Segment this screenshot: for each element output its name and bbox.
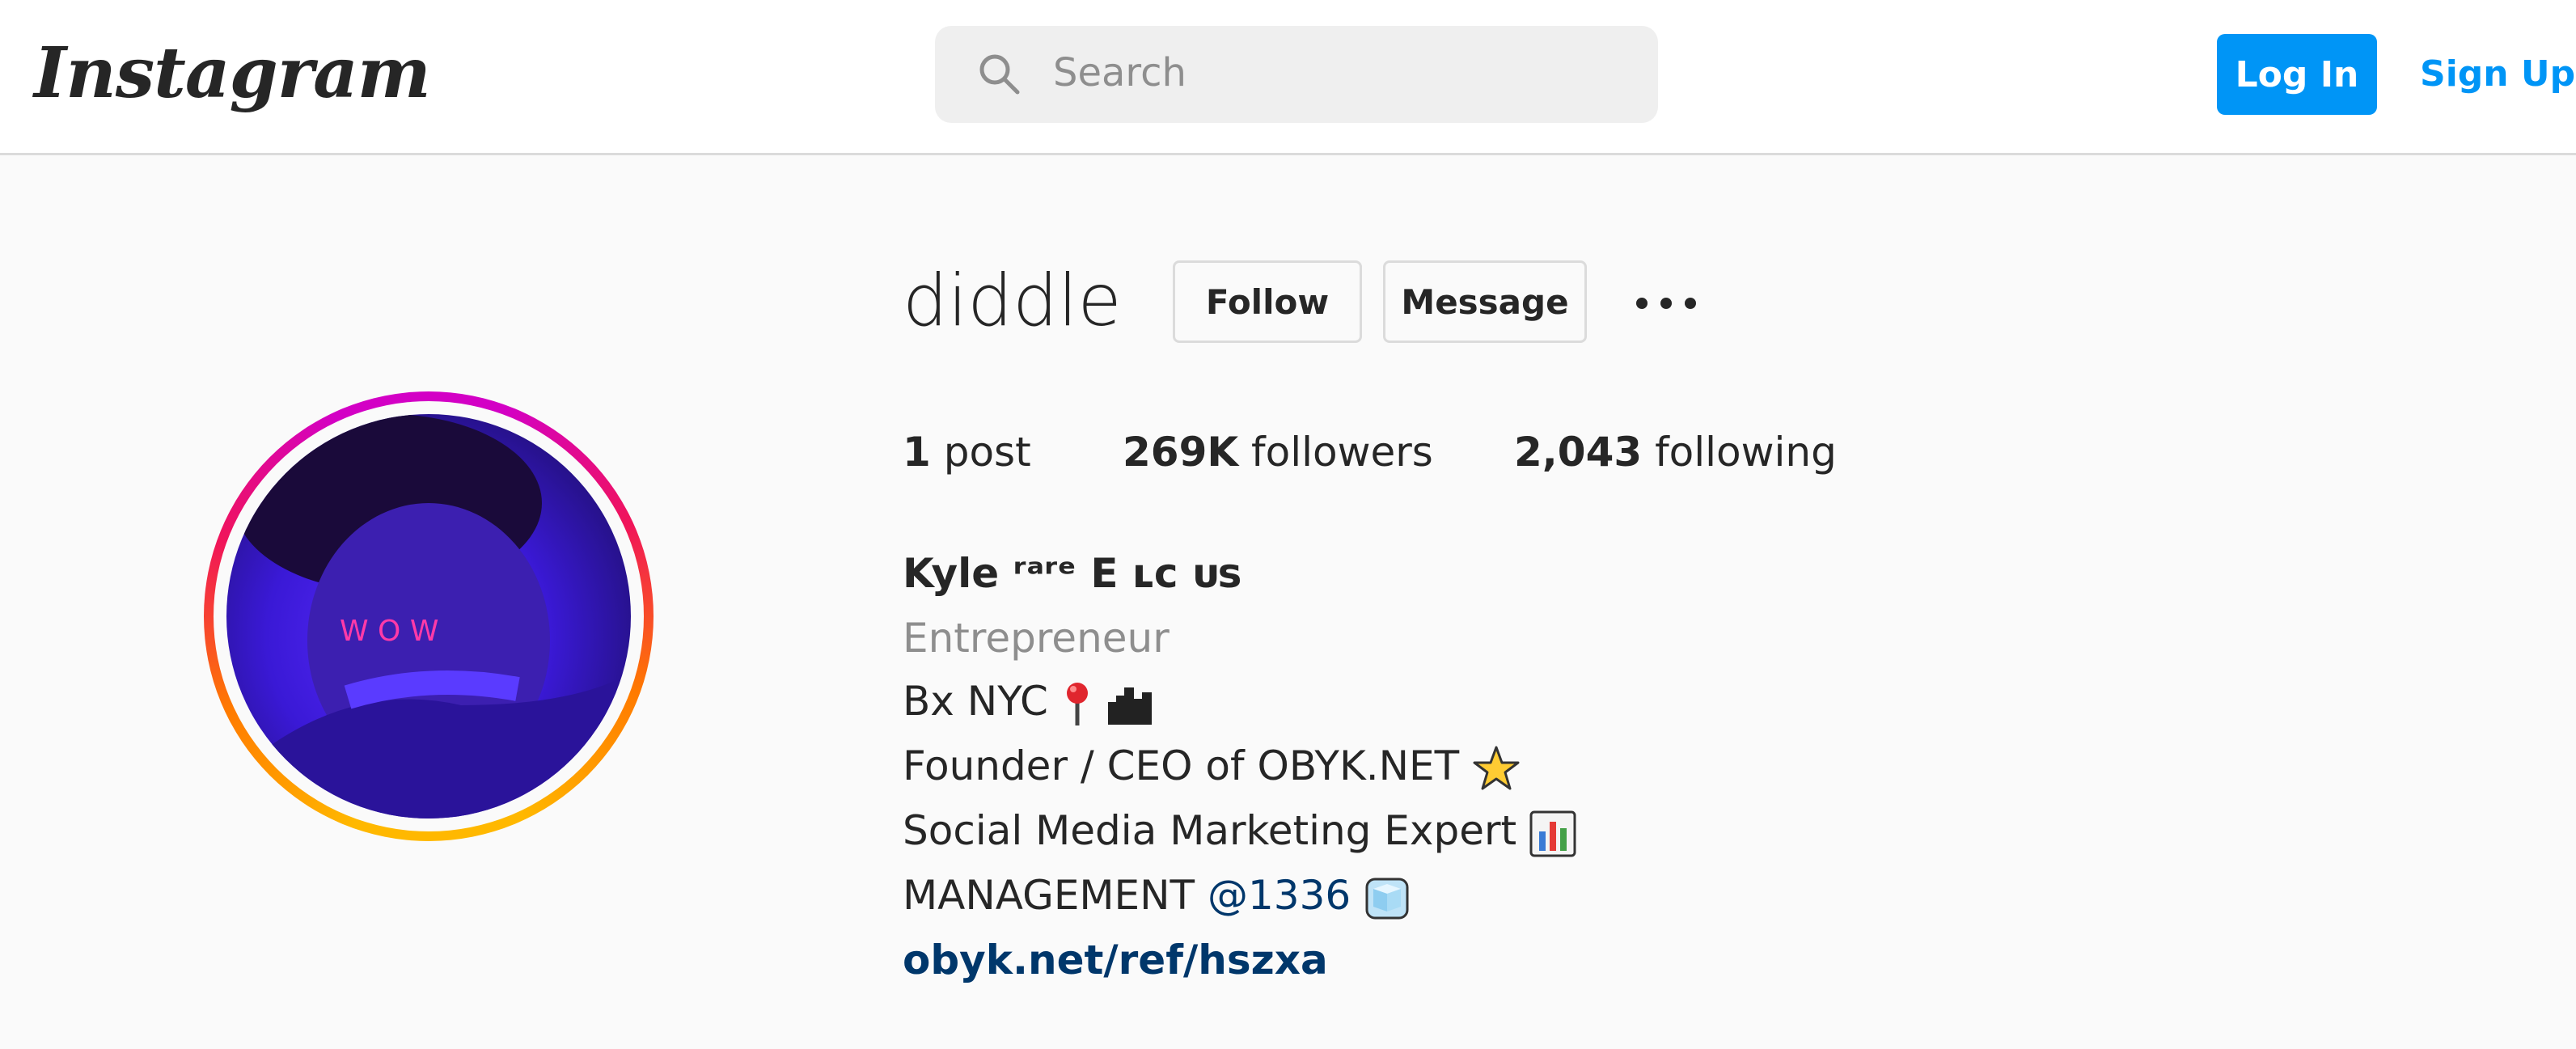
avatar-photo: W O W [226, 414, 631, 818]
bio-mention-link[interactable]: @1336 [1208, 872, 1351, 919]
search-placeholder: Search [1053, 50, 1186, 95]
bio-marketing-line: Social Media Marketing Expert [903, 807, 1576, 857]
search-icon [979, 54, 1020, 95]
bio-location-line: Bx NYC [903, 678, 1153, 727]
avatar-wow-text: W O W [340, 615, 438, 648]
followers-count: 269K [1123, 429, 1239, 476]
bio-location-text: Bx NYC [903, 678, 1048, 725]
bio-category: Entrepreneur [903, 615, 1170, 662]
search-input[interactable]: Search [935, 26, 1658, 123]
more-options-icon[interactable] [1634, 291, 1698, 315]
star-icon [1473, 746, 1520, 789]
posts-count: 1 [903, 429, 931, 476]
bio-founder-text: Founder / CEO of OBYK.NET [903, 742, 1460, 789]
bio-full-name: Kyle ʳᵃʳᵉ E ʟᴄ ᴜs [903, 550, 1242, 597]
bio-founder-line: Founder / CEO of OBYK.NET [903, 742, 1521, 793]
ice-cube-icon [1365, 878, 1409, 919]
bar-chart-icon [1529, 810, 1576, 857]
followers-stat[interactable]: 269K followers [1123, 429, 1433, 476]
following-stat[interactable]: 2,043 following [1514, 429, 1837, 476]
top-nav-bar: Instagram Search Log In Sign Up [0, 0, 2576, 155]
signup-link[interactable]: Sign Up [2420, 53, 2575, 95]
following-label: following [1655, 429, 1837, 476]
following-count: 2,043 [1514, 429, 1643, 476]
profile-avatar-story-ring[interactable]: W O W [204, 391, 654, 841]
bio-management-text: MANAGEMENT [903, 872, 1195, 919]
bio-website-link[interactable]: obyk.net/ref/hszxa [903, 937, 1328, 983]
bio-marketing-text: Social Media Marketing Expert [903, 807, 1517, 854]
followers-label: followers [1251, 429, 1433, 476]
posts-label: post [943, 429, 1031, 476]
follow-button[interactable]: Follow [1173, 260, 1362, 343]
bio-management-line: MANAGEMENT @1336 [903, 872, 1411, 921]
message-button[interactable]: Message [1383, 260, 1587, 343]
instagram-logo[interactable]: Instagram [34, 32, 431, 114]
posts-stat[interactable]: 1 post [903, 429, 1031, 476]
round-pushpin-icon [1066, 682, 1088, 725]
login-button[interactable]: Log In [2217, 34, 2377, 115]
profile-username: diddle [903, 259, 1122, 342]
avatar: W O W [226, 414, 631, 818]
cityscape-icon [1107, 687, 1152, 725]
